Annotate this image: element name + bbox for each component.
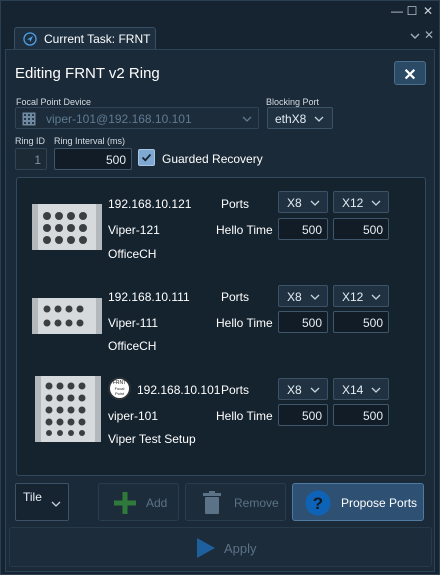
chevron-down-icon	[242, 116, 252, 122]
ring-id-label: Ring ID	[15, 136, 46, 146]
switch-device-icon	[35, 376, 101, 442]
hello-time-b-input[interactable]: 500	[333, 311, 389, 333]
device-name: Viper-111	[108, 316, 159, 330]
device-name: Viper-121	[108, 223, 160, 237]
guarded-recovery-checkbox[interactable]	[138, 149, 155, 166]
hello-time-a-value: 500	[301, 223, 322, 237]
hello-time-b-input[interactable]: 500	[333, 218, 389, 240]
port-b-value: X12	[342, 196, 364, 210]
chevron-down-icon	[310, 387, 320, 393]
chevron-down-icon	[314, 116, 324, 122]
add-device-button[interactable]: Add	[98, 483, 179, 521]
port-b-value: X14	[342, 383, 364, 397]
chevron-down-icon[interactable]	[409, 30, 421, 42]
device-grid-icon	[22, 112, 36, 126]
ports-label: Ports	[221, 290, 250, 304]
apply-button[interactable]: Apply	[9, 527, 432, 567]
layout-select[interactable]: Tile	[15, 483, 69, 521]
focal-point-badge-icon: FRNT Focal Point	[108, 377, 131, 400]
hello-time-label: Hello Time	[216, 409, 273, 423]
ring-id-value: 1	[34, 153, 41, 167]
ring-interval-input[interactable]: 500	[54, 148, 132, 170]
device-location: OfficeCH	[108, 247, 157, 261]
ports-label: Ports	[221, 383, 250, 397]
hello-time-b-value: 500	[362, 316, 383, 330]
hello-time-a-input[interactable]: 500	[278, 218, 328, 240]
tab-close-button[interactable]: ✕	[424, 29, 436, 41]
hello-time-label: Hello Time	[216, 316, 273, 330]
blocking-port-value: ethX8	[275, 112, 307, 126]
plus-icon	[114, 492, 136, 514]
hello-time-b-input[interactable]: 500	[333, 404, 389, 426]
hello-time-b-value: 500	[362, 223, 383, 237]
port-a-value: X8	[287, 196, 302, 210]
ring-id-field: 1	[15, 148, 47, 170]
focal-point-label: Focal Point Device	[16, 97, 92, 107]
hello-time-a-input[interactable]: 500	[278, 311, 328, 333]
device-ip: 192.168.10.111	[108, 290, 190, 304]
tab-label: Current Task: FRNT	[44, 32, 151, 46]
checkmark-icon	[141, 153, 152, 162]
title-bar: — ☐ ✕	[1, 1, 439, 23]
tab-current-task[interactable]: Current Task: FRNT	[14, 27, 156, 50]
propose-ports-button[interactable]: ? Propose Ports	[292, 483, 424, 521]
focal-badge-line-3: Point	[114, 391, 125, 396]
blocking-port-select[interactable]: ethX8	[267, 107, 333, 129]
hello-time-b-value: 500	[362, 409, 383, 423]
port-b-select[interactable]: X12	[333, 191, 389, 213]
port-a-value: X8	[287, 383, 302, 397]
device-location: OfficeCH	[108, 339, 157, 353]
hello-time-a-value: 500	[301, 316, 322, 330]
port-a-select[interactable]: X8	[278, 378, 328, 400]
propose-ports-label: Propose Ports	[341, 496, 418, 510]
ring-interval-value: 500	[105, 153, 126, 167]
device-ip: 192.168.10.101	[137, 383, 221, 397]
trash-icon	[203, 491, 221, 514]
ring-interval-label: Ring Interval (ms)	[54, 136, 126, 146]
port-a-select[interactable]: X8	[278, 191, 328, 213]
play-icon	[197, 538, 215, 558]
focal-point-value: viper-101@192.168.10.101	[46, 112, 192, 126]
frnt-task-window: — ☐ ✕ Current Task: FRNT ✕ Editing FRNT …	[0, 0, 440, 575]
blocking-port-label: Blocking Port	[266, 97, 320, 107]
apply-label: Apply	[224, 541, 257, 556]
remove-device-button[interactable]: Remove	[185, 483, 286, 521]
minimize-button[interactable]: —	[390, 4, 404, 18]
switch-device-icon	[32, 298, 102, 334]
port-b-select[interactable]: X14	[333, 378, 389, 400]
switch-device-icon	[32, 204, 102, 250]
page-title: Editing FRNT v2 Ring	[15, 65, 160, 82]
svg-text:?: ?	[313, 494, 323, 513]
maximize-button[interactable]: ☐	[405, 4, 419, 18]
hello-time-a-input[interactable]: 500	[278, 404, 328, 426]
close-icon: ✕	[403, 67, 417, 84]
chevron-down-icon	[310, 294, 320, 300]
device-name: viper-101	[108, 409, 159, 423]
guarded-recovery-label: Guarded Recovery	[162, 152, 263, 166]
focal-point-select[interactable]: viper-101@192.168.10.101	[15, 107, 259, 129]
port-a-value: X8	[287, 290, 302, 304]
hello-time-a-value: 500	[301, 409, 322, 423]
layout-value: Tile	[23, 490, 42, 504]
port-a-select[interactable]: X8	[278, 285, 328, 307]
chevron-down-icon	[371, 200, 381, 206]
chevron-down-icon	[371, 387, 381, 393]
navigation-arrow-icon	[23, 32, 37, 46]
port-b-select[interactable]: X12	[333, 285, 389, 307]
device-location: Viper Test Setup	[108, 432, 196, 446]
port-b-value: X12	[342, 290, 364, 304]
window-close-button[interactable]: ✕	[421, 4, 435, 18]
device-ip: 192.168.10.121	[108, 197, 192, 211]
hello-time-label: Hello Time	[216, 223, 273, 237]
remove-label: Remove	[234, 496, 279, 510]
ports-label: Ports	[221, 197, 250, 211]
chevron-down-icon	[310, 200, 320, 206]
chevron-down-icon	[51, 501, 61, 507]
question-icon: ?	[305, 490, 331, 516]
close-editor-button[interactable]: ✕	[394, 61, 426, 85]
add-label: Add	[146, 496, 168, 510]
chevron-down-icon	[371, 294, 381, 300]
